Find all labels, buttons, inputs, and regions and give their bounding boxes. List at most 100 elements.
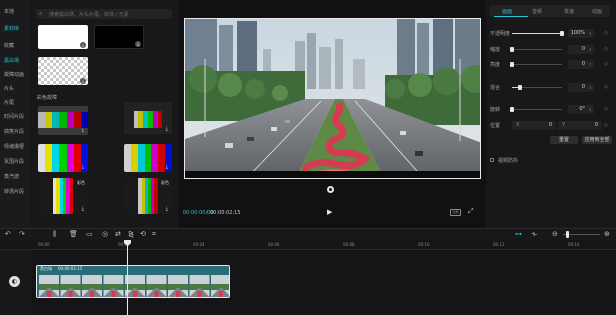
stepper-icon[interactable]: ⇕	[589, 83, 592, 92]
total-time: 00:00:02:15	[210, 210, 241, 216]
ratio-button[interactable]: 比例	[450, 209, 461, 216]
library-search-input[interactable]: ⌕ 搜索黑白场、片头片尾、转场 / 元素	[36, 9, 172, 19]
redo-icon[interactable]: ↷	[19, 230, 25, 239]
rotate-slider-knob[interactable]	[510, 107, 514, 112]
download-icon[interactable]: ⤓	[166, 164, 168, 170]
keyframe-icon[interactable]: ◇	[604, 122, 608, 128]
scale-slider-knob[interactable]	[510, 47, 514, 52]
sidebar-item-transition[interactable]: 转场片段	[3, 188, 29, 197]
play-button[interactable]: ▶	[327, 208, 332, 216]
download-icon[interactable]: ⤓	[80, 42, 86, 48]
sidebar-item-local[interactable]: 本地	[3, 8, 29, 17]
stepper-icon[interactable]: ⇕	[589, 45, 592, 54]
split-icon[interactable]: ⫼	[53, 230, 56, 239]
keyframe-icon[interactable]: ◇	[604, 30, 608, 36]
time-separator: /	[206, 210, 208, 216]
category-sidebar: 本地 素材库 收藏 黑白场 故障动画 片头 片尾 时间片段 搞笑片段 情绪爆梗 …	[0, 0, 30, 228]
rotate-icon[interactable]: ⟲	[140, 230, 146, 239]
cover-icon[interactable]: ◐	[9, 276, 20, 287]
download-icon[interactable]: ⤓	[80, 78, 86, 84]
timeline-playhead[interactable]	[127, 240, 128, 315]
zoom-slider-knob[interactable]	[566, 231, 569, 238]
brightness-slider-knob[interactable]	[510, 62, 514, 67]
stabilize-label: 视频防抖	[498, 158, 519, 164]
rotate-slider[interactable]	[510, 107, 562, 112]
rotate-value-box[interactable]: 0° ⇕	[568, 105, 594, 114]
sidebar-item-favorites[interactable]: 收藏	[3, 42, 29, 51]
ruler-tick: 00:00	[38, 242, 50, 247]
record-icon[interactable]: ◎	[102, 230, 108, 239]
opacity-slider[interactable]	[512, 31, 564, 36]
sidebar-item-intro[interactable]: 片头	[3, 85, 29, 94]
sidebar-item-vaporwave[interactable]: 蒸汽波	[3, 173, 29, 182]
stepper-icon[interactable]: ⇕	[589, 105, 592, 114]
blend-slider-knob[interactable]	[517, 85, 522, 90]
blend-value-box[interactable]: 0 ⇕	[568, 83, 594, 92]
preview-progress-handle[interactable]	[327, 186, 334, 193]
sidebar-item-glitch[interactable]: 故障动画	[3, 71, 29, 80]
scale-slider[interactable]	[510, 47, 562, 52]
library-section-title: 彩色故障	[37, 95, 58, 101]
position-y-input[interactable]: Y 0	[558, 121, 602, 130]
apply-all-button[interactable]: 应用到全部	[582, 136, 612, 144]
timeline-ruler[interactable]: 00:00 00:02 00:04 00:06 00:08 00:10 00:1…	[0, 240, 616, 250]
sidebar-item-outro[interactable]: 片尾	[3, 99, 29, 108]
reverse-icon[interactable]: ⇄	[115, 230, 121, 239]
material-white[interactable]: ⤓	[38, 25, 88, 49]
undo-icon[interactable]: ↶	[5, 230, 11, 239]
blend-slider[interactable]	[512, 85, 562, 90]
scale-value-box[interactable]: 0 ⇕	[568, 45, 594, 54]
delete-icon[interactable]: 🗑	[69, 230, 78, 239]
material-black[interactable]: ⤓	[94, 25, 144, 49]
fullscreen-icon[interactable]: ⤢	[468, 207, 474, 216]
sidebar-item-black-white[interactable]: 黑白场	[3, 57, 29, 66]
sidebar-item-time[interactable]: 时间片段	[3, 113, 29, 122]
zoom-out-icon[interactable]: ⊖	[552, 230, 558, 239]
material-transparent[interactable]: ⤓	[38, 57, 88, 85]
freeze-icon[interactable]: ▭	[86, 230, 93, 239]
zoom-in-icon[interactable]: ⊕	[604, 230, 610, 239]
mirror-icon[interactable]: ⧎	[128, 230, 134, 239]
position-x-value: 0	[548, 122, 552, 128]
sidebar-item-atmosphere[interactable]: 氛围片段	[3, 158, 29, 167]
stepper-icon[interactable]: ⇕	[589, 29, 592, 38]
tab-speed[interactable]: 变速	[564, 8, 574, 15]
stepper-icon[interactable]: ⇕	[589, 60, 592, 69]
reset-button[interactable]: 重置	[550, 136, 578, 144]
opacity-slider-fill	[512, 33, 562, 34]
material-test-card-1[interactable]: ⤓	[38, 106, 88, 135]
keyframe-icon[interactable]: ◇	[604, 46, 608, 52]
material-color-bars-1[interactable]: ⤓	[38, 144, 88, 172]
opacity-slider-knob[interactable]	[560, 31, 564, 36]
sidebar-item-funny[interactable]: 搞笑片段	[3, 128, 29, 137]
link-icon[interactable]: ⟛	[531, 230, 537, 239]
material-test-card-2[interactable]: ⤓	[124, 102, 172, 134]
inspector-panel: 画面 音频 变速 动画 不透明度 100% ⇕ ◇ 缩放 0 ⇕ ◇ 亮度 0 ⇕ ◇…	[486, 0, 616, 228]
crop-icon[interactable]: ⌗	[152, 230, 156, 239]
material-color-bars-2[interactable]: ⤓	[124, 144, 172, 172]
download-icon[interactable]: ⤓	[82, 127, 84, 133]
y-axis-label: Y	[562, 122, 566, 128]
download-icon[interactable]: ⤓	[82, 164, 84, 170]
download-icon[interactable]: ⤓	[82, 206, 84, 212]
brightness-slider[interactable]	[510, 62, 562, 67]
tab-animation[interactable]: 动画	[592, 8, 602, 15]
opacity-value-box[interactable]: 100% ⇕	[568, 29, 594, 38]
brightness-value-box[interactable]: 0 ⇕	[568, 60, 594, 69]
material-glitch-bars-1[interactable]: 彩色 ⤓	[38, 178, 88, 214]
sidebar-item-emotion[interactable]: 情绪爆梗	[3, 143, 29, 152]
material-glitch-bars-2[interactable]: 彩色 ⤓	[124, 178, 172, 214]
snap-icon[interactable]: ⊶	[515, 230, 522, 239]
keyframe-icon[interactable]: ◇	[604, 106, 608, 112]
video-preview[interactable]	[184, 18, 481, 179]
keyframe-icon[interactable]: ◇	[604, 61, 608, 67]
keyframe-icon[interactable]: ◇	[604, 84, 608, 90]
download-icon[interactable]: ⤓	[135, 41, 141, 47]
position-x-input[interactable]: X 0	[512, 121, 556, 130]
tab-audio[interactable]: 音频	[532, 8, 542, 15]
download-icon[interactable]: ⤓	[166, 126, 168, 132]
tab-picture[interactable]: 画面	[502, 8, 512, 15]
download-icon[interactable]: ⤓	[166, 206, 168, 212]
sidebar-item-library[interactable]: 素材库	[3, 25, 29, 34]
stabilize-checkbox[interactable]	[490, 158, 494, 162]
